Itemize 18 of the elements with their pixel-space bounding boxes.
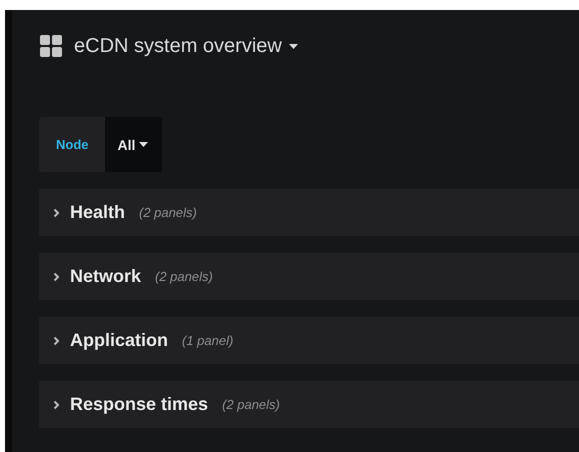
row-title: Network — [70, 266, 142, 287]
row-header[interactable]: Application (1 panel) — [39, 317, 579, 364]
row-header[interactable]: Response times (2 panels) — [39, 381, 579, 428]
caret-icon — [139, 142, 148, 147]
row-header[interactable]: Network (2 panels) — [39, 253, 579, 300]
caret-icon — [288, 44, 298, 48]
dashboard-grid-icon — [40, 35, 62, 57]
panel-count: (2 panels) — [139, 205, 197, 220]
row-title: Health — [70, 202, 126, 223]
row-title: Application — [70, 330, 168, 351]
dashboard-title-dropdown[interactable]: eCDN system overview — [74, 34, 298, 58]
variable-label: Node — [39, 117, 104, 172]
row-header[interactable]: Health (2 panels) — [39, 189, 579, 236]
variable-dropdown[interactable]: All — [104, 117, 162, 172]
panel-count: (1 panel) — [182, 333, 234, 348]
panel-count: (2 panels) — [222, 397, 280, 412]
row-title: Response times — [70, 394, 208, 415]
panel-count: (2 panels) — [155, 269, 213, 284]
